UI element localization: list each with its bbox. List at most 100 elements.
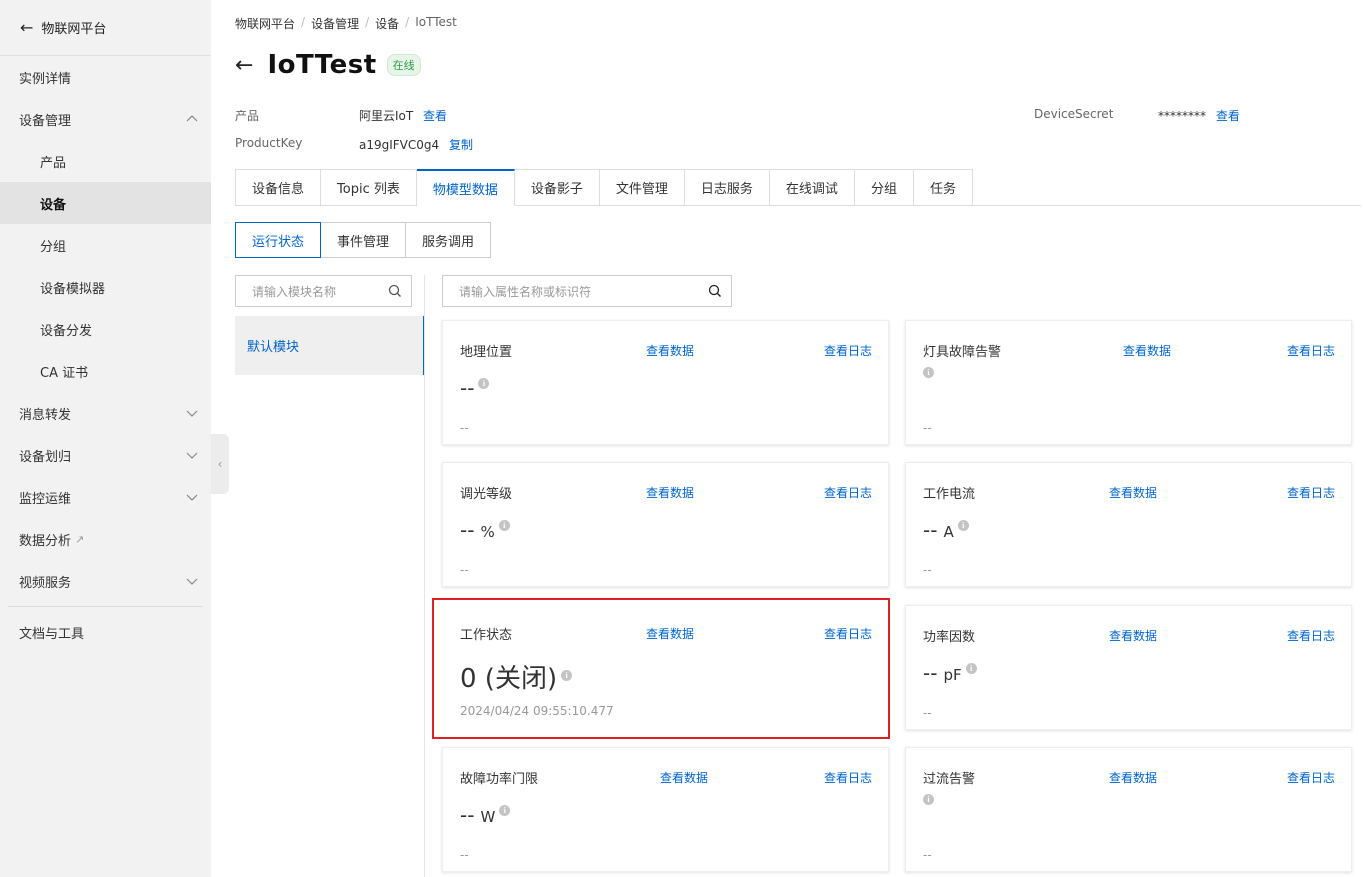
tab-task[interactable]: 任务	[913, 169, 973, 206]
sidebar-item-instance-detail[interactable]: 实例详情	[0, 56, 211, 98]
tab-device-shadow[interactable]: 设备影子	[514, 169, 600, 206]
chevron-up-icon	[186, 115, 198, 122]
main-content: 物联网平台 / 设备管理 / 设备 / IoTTest ← IoTTest 在线…	[211, 0, 1363, 877]
sidebar-item-message-forwarding[interactable]: 消息转发	[0, 392, 211, 434]
sidebar-item-device-distribution[interactable]: 设备分发	[0, 308, 211, 350]
property-timestamp: --	[923, 563, 932, 577]
breadcrumb: 物联网平台 / 设备管理 / 设备 / IoTTest	[235, 15, 457, 32]
info-icon[interactable]: i	[478, 378, 490, 389]
productkey-label: ProductKey	[235, 136, 303, 150]
view-data-link[interactable]: 查看数据	[646, 484, 694, 501]
property-search-input[interactable]: 请输入属性名称或标识符	[442, 275, 732, 307]
module-item-default[interactable]: 默认模块	[235, 316, 425, 375]
sidebar-item-product[interactable]: 产品	[0, 140, 211, 182]
breadcrumb-item[interactable]: 设备管理	[311, 15, 359, 32]
view-log-link[interactable]: 查看日志	[824, 625, 872, 642]
sidebar-item-label: 视频服务	[19, 575, 72, 591]
tab-topic-list[interactable]: Topic 列表	[321, 169, 417, 206]
tab-device-info[interactable]: 设备信息	[235, 169, 322, 206]
chevron-down-icon	[186, 452, 198, 459]
view-data-link[interactable]: 查看数据	[1123, 342, 1171, 359]
module-search-input[interactable]: 请输入模块名称	[235, 275, 412, 307]
sidebar-item-group[interactable]: 分组	[0, 224, 211, 266]
property-value-wrap: i	[923, 367, 934, 387]
productkey-value: a19gIFVC0g4	[359, 138, 440, 152]
property-unit: W	[480, 808, 496, 826]
info-icon[interactable]: i	[957, 520, 969, 531]
property-value-wrap: -- pF i	[923, 661, 977, 685]
tab-online-debug[interactable]: 在线调试	[769, 169, 855, 206]
info-icon[interactable]: i	[498, 520, 510, 531]
secret-value-wrap: ******** 查看	[1158, 107, 1240, 124]
sidebar-item-label: 设备分发	[40, 323, 93, 339]
product-view-link[interactable]: 查看	[423, 109, 447, 123]
view-log-link[interactable]: 查看日志	[1287, 484, 1335, 501]
view-log-link[interactable]: 查看日志	[824, 484, 872, 501]
info-icon[interactable]: i	[499, 805, 511, 816]
sidebar-item-label: 分组	[40, 239, 67, 255]
sidebar-item-device[interactable]: 设备	[0, 182, 211, 224]
back-arrow-icon[interactable]: ←	[20, 18, 33, 37]
tab-file-management[interactable]: 文件管理	[599, 169, 685, 206]
module-list: 默认模块	[235, 316, 425, 375]
secret-value: ********	[1158, 109, 1206, 123]
sidebar-item-label: 设备模拟器	[40, 281, 106, 297]
secret-view-link[interactable]: 查看	[1216, 109, 1240, 123]
property-card: 功率因数 查看数据 查看日志 -- pF i --	[905, 605, 1352, 730]
info-icon[interactable]: i	[965, 663, 977, 674]
view-data-link[interactable]: 查看数据	[660, 769, 708, 786]
sidebar-item-device-assign[interactable]: 设备划归	[0, 434, 211, 476]
sidebar-item-device-management[interactable]: 设备管理	[0, 98, 211, 140]
view-log-link[interactable]: 查看日志	[824, 769, 872, 786]
sidebar-item-data-analysis[interactable]: 数据分析 ↗	[0, 518, 211, 560]
status-badge: 在线	[386, 54, 421, 76]
breadcrumb-item[interactable]: 设备	[375, 15, 399, 32]
search-icon[interactable]	[388, 284, 402, 298]
property-card: 故障功率门限 查看数据 查看日志 -- Wi --	[442, 747, 889, 872]
property-value: --	[923, 518, 938, 542]
chevron-down-icon	[186, 578, 198, 585]
breadcrumb-item[interactable]: 物联网平台	[235, 15, 295, 32]
view-data-link[interactable]: 查看数据	[1109, 627, 1157, 644]
property-value-wrap: -- i	[460, 376, 490, 400]
sidebar-item-video-service[interactable]: 视频服务	[0, 560, 211, 602]
sidebar-title: 物联网平台	[41, 22, 107, 37]
view-data-link[interactable]: 查看数据	[1109, 484, 1157, 501]
subtab-event-management[interactable]: 事件管理	[320, 222, 407, 258]
column-divider	[424, 275, 425, 877]
view-data-link[interactable]: 查看数据	[646, 625, 694, 642]
back-arrow-icon[interactable]: ←	[235, 53, 253, 78]
tab-log-service[interactable]: 日志服务	[684, 169, 770, 206]
view-log-link[interactable]: 查看日志	[1287, 342, 1335, 359]
sidebar-item-label: 文档与工具	[19, 626, 85, 642]
subtab-service-call[interactable]: 服务调用	[405, 222, 492, 258]
page-title-row: ← IoTTest 在线	[235, 50, 421, 80]
sidebar-item-label: CA 证书	[40, 365, 89, 381]
productkey-copy-link[interactable]: 复制	[449, 138, 473, 152]
sidebar-item-device-simulator[interactable]: 设备模拟器	[0, 266, 211, 308]
sidebar-item-label: 监控运维	[19, 491, 72, 507]
info-icon[interactable]: i	[923, 794, 934, 805]
property-search-placeholder: 请输入属性名称或标识符	[459, 284, 592, 299]
subtab-running-status[interactable]: 运行状态	[235, 222, 322, 258]
view-data-link[interactable]: 查看数据	[1109, 769, 1157, 786]
sidebar-item-docs-tools[interactable]: 文档与工具	[0, 611, 211, 653]
sidebar-item-label: 消息转发	[19, 407, 72, 423]
search-icon[interactable]	[708, 284, 722, 298]
view-log-link[interactable]: 查看日志	[1287, 769, 1335, 786]
sidebar-item-ca-cert[interactable]: CA 证书	[0, 350, 211, 392]
property-timestamp: 2024/04/24 09:55:10.477	[460, 704, 614, 718]
view-data-link[interactable]: 查看数据	[646, 342, 694, 359]
sidebar-header[interactable]: ← 物联网平台	[0, 0, 211, 56]
breadcrumb-current: IoTTest	[415, 15, 457, 29]
tab-thing-model-data[interactable]: 物模型数据	[416, 169, 515, 206]
property-value: --	[460, 376, 475, 400]
info-icon[interactable]: i	[923, 367, 934, 378]
info-icon[interactable]: i	[561, 670, 573, 681]
view-log-link[interactable]: 查看日志	[1287, 627, 1335, 644]
sidebar: ← 物联网平台 实例详情 设备管理 产品 设备 分组 设备模拟器 设备分发 CA…	[0, 0, 211, 877]
view-log-link[interactable]: 查看日志	[824, 342, 872, 359]
property-card: 地理位置 查看数据 查看日志 -- i --	[442, 320, 889, 445]
sidebar-item-monitoring[interactable]: 监控运维	[0, 476, 211, 518]
tab-group[interactable]: 分组	[854, 169, 914, 206]
